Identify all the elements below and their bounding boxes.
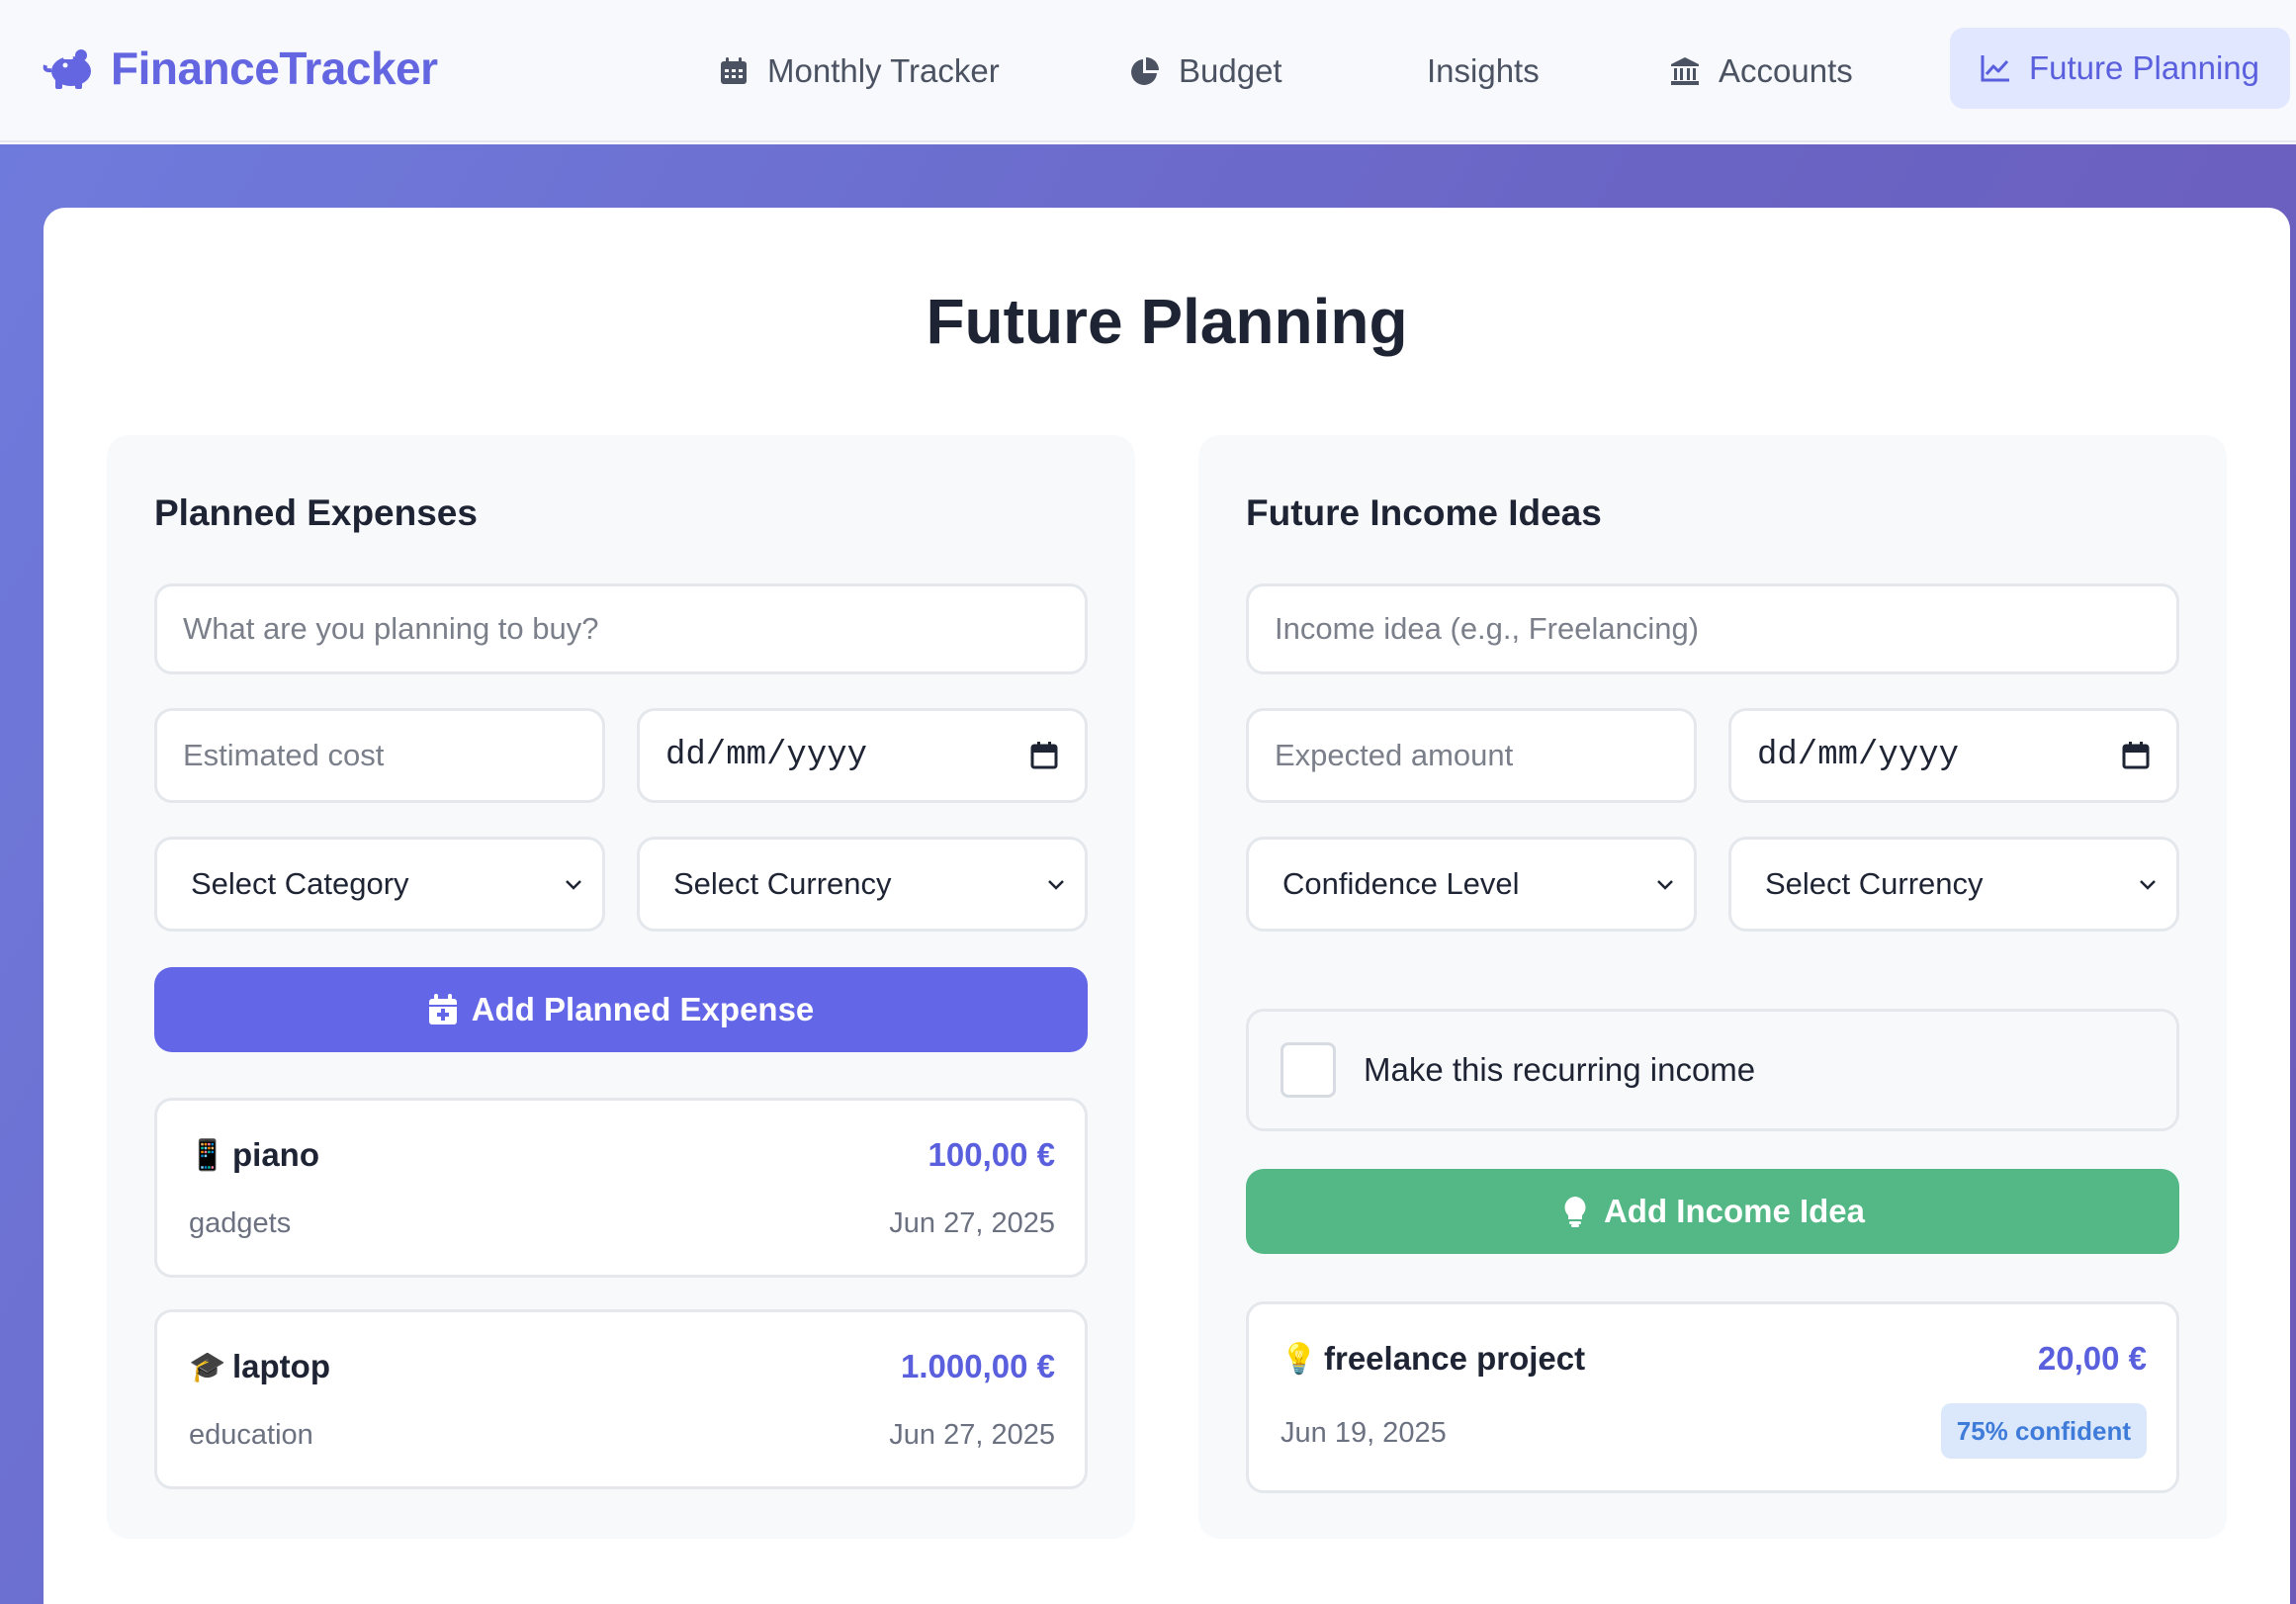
income-idea-input[interactable] [1275,611,2151,647]
confidence-select[interactable]: Confidence Level [1246,837,1697,932]
nav-item-label: Future Planning [2029,49,2259,86]
lightbulb-icon [1564,1197,1586,1227]
item-name: laptop [232,1348,330,1384]
confidence-badge: 75% confident [1940,1403,2147,1459]
calendar-plus-icon [428,994,457,1025]
future-income-panel: Future Income Ideas dd/mm/yyyy Confidenc… [1198,435,2227,1539]
nav-item-accounts[interactable]: Accounts [1639,34,1883,109]
select-value: Select Currency [1765,866,1984,901]
income-amount-input[interactable] [1275,738,1668,773]
select-value: Select Category [191,866,409,901]
expense-item-field[interactable] [154,583,1088,674]
page-title: Future Planning [926,286,1408,357]
piggy-bank-icon [43,49,91,89]
item-date: Jun 19, 2025 [1280,1417,1447,1449]
date-placeholder: dd/mm/yyyy [1757,737,1960,774]
calendar-icon[interactable] [2121,741,2151,770]
date-placeholder: dd/mm/yyyy [665,737,868,774]
nav-item-label: Monthly Tracker [767,52,1000,89]
recurring-label: Make this recurring income [1364,1051,1756,1088]
lightbulb-icon: 💡 [1280,1342,1318,1376]
expense-currency-select[interactable]: Select Currency [637,837,1088,932]
item-title: 💡 freelance project [1280,1340,1585,1378]
select-value: Select Currency [673,866,892,901]
category-select[interactable]: Select Category [154,837,605,932]
item-date: Jun 27, 2025 [889,1207,1055,1239]
income-idea-field[interactable] [1246,583,2179,674]
calendar-icon[interactable] [1029,741,1059,770]
expense-cost-input[interactable] [183,738,576,773]
chevron-down-icon [566,880,581,890]
item-amount: 20,00 € [2037,1340,2147,1377]
item-amount: 1.000,00 € [901,1348,1055,1384]
bank-icon [1671,57,1699,85]
button-label: Add Planned Expense [471,991,815,1027]
expense-item-input[interactable] [183,611,1059,647]
select-value: Confidence Level [1282,866,1520,901]
income-currency-select[interactable]: Select Currency [1728,837,2179,932]
income-amount-field[interactable] [1246,708,1697,803]
chevron-down-icon [1657,880,1673,890]
button-label: Add Income Idea [1603,1193,1866,1229]
top-navbar: FinanceTracker Monthly Tracker Budget In… [0,0,2296,142]
add-planned-expense-button[interactable]: Add Planned Expense [154,967,1088,1052]
brand-name: FinanceTracker [111,43,438,94]
item-name: freelance project [1324,1340,1586,1377]
planned-expenses-panel: Planned Expenses dd/mm/yyyy Select Categ… [107,435,1135,1539]
graduation-cap-icon: 🎓 [189,1350,226,1383]
panel-title: Future Income Ideas [1246,492,1602,533]
planned-expense-item[interactable]: 🎓 laptop 1.000,00 € education Jun 27, 20… [154,1309,1088,1489]
planned-expense-item[interactable]: 📱 piano 100,00 € gadgets Jun 27, 2025 [154,1098,1088,1278]
pie-chart-icon [1131,57,1159,85]
recurring-income-toggle[interactable]: Make this recurring income [1246,1009,2179,1131]
nav-item-label: Budget [1179,52,1282,89]
expense-date-field[interactable]: dd/mm/yyyy [637,708,1088,803]
nav-item-label: Accounts [1719,52,1853,89]
item-title: 📱 piano [189,1136,319,1174]
nav-item-monthly-tracker[interactable]: Monthly Tracker [688,34,1029,109]
item-amount: 100,00 € [927,1136,1055,1173]
item-category: education [189,1419,313,1451]
item-date: Jun 27, 2025 [889,1419,1055,1451]
panel-title: Planned Expenses [154,492,478,533]
line-chart-icon [1981,55,2009,82]
brand[interactable]: FinanceTracker [42,36,438,101]
recurring-checkbox[interactable] [1280,1042,1336,1098]
nav-item-budget[interactable]: Budget [1100,34,1312,109]
main-card: Future Planning Planned Expenses dd/mm/y… [44,208,2290,1604]
nav-item-future-planning[interactable]: Future Planning [1950,28,2290,109]
item-name: piano [232,1136,319,1173]
nav-item-label: Insights [1427,52,1540,89]
income-date-field[interactable]: dd/mm/yyyy [1728,708,2179,803]
phone-icon: 📱 [189,1138,226,1172]
add-income-idea-button[interactable]: Add Income Idea [1246,1169,2179,1254]
income-idea-item[interactable]: 💡 freelance project 20,00 € Jun 19, 2025… [1246,1301,2179,1493]
expense-cost-field[interactable] [154,708,605,803]
item-category: gadgets [189,1207,292,1239]
calendar-icon [721,57,747,84]
nav-item-insights[interactable]: Insights [1397,34,1569,109]
chevron-down-icon [1048,880,1064,890]
chevron-down-icon [2140,880,2156,890]
item-title: 🎓 laptop [189,1348,330,1385]
